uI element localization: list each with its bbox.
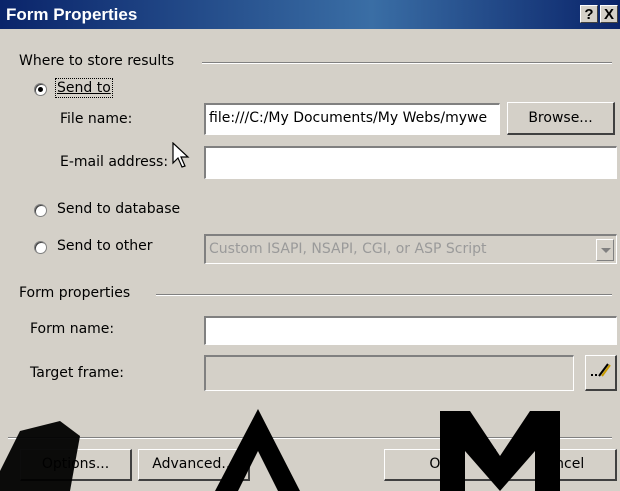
email-address-label: E-mail address: bbox=[60, 154, 169, 170]
send-to-other-combo: Custom ISAPI, NSAPI, CGI, or ASP Script bbox=[204, 234, 617, 264]
file-name-input[interactable]: file:///C:/My Documents/My Webs/mywe bbox=[204, 103, 500, 135]
target-frame-button[interactable] bbox=[585, 355, 617, 391]
send-to-other-radio[interactable] bbox=[34, 241, 47, 254]
store-group-label: Where to store results bbox=[19, 53, 175, 69]
send-to-label[interactable]: Send to bbox=[55, 78, 113, 98]
pencil-icon bbox=[590, 363, 611, 377]
send-to-database-radio[interactable] bbox=[34, 204, 47, 217]
store-group-divider bbox=[202, 62, 612, 64]
arrow-cursor-icon bbox=[172, 142, 190, 168]
title-bar[interactable]: Form Properties ? X bbox=[0, 0, 620, 29]
send-to-other-combo-value: Custom ISAPI, NSAPI, CGI, or ASP Script bbox=[209, 241, 487, 257]
send-to-database-label[interactable]: Send to database bbox=[57, 201, 180, 217]
close-button[interactable]: X bbox=[600, 5, 618, 23]
send-to-radio[interactable] bbox=[34, 83, 47, 96]
send-to-other-label[interactable]: Send to other bbox=[57, 238, 153, 254]
watermark-graphic bbox=[0, 409, 560, 491]
form-group-divider bbox=[156, 294, 612, 296]
target-frame-label: Target frame: bbox=[30, 365, 124, 381]
window-title: Form Properties bbox=[6, 5, 138, 24]
help-button[interactable]: ? bbox=[580, 5, 598, 23]
form-name-input[interactable] bbox=[204, 316, 617, 345]
chevron-down-icon bbox=[596, 239, 614, 261]
form-name-label: Form name: bbox=[30, 321, 115, 337]
form-group-label: Form properties bbox=[19, 285, 131, 301]
form-properties-dialog: Form Properties ? X Where to store resul… bbox=[0, 0, 620, 491]
file-name-label: File name: bbox=[60, 111, 133, 127]
target-frame-input bbox=[204, 355, 574, 391]
email-address-input[interactable] bbox=[204, 146, 617, 179]
browse-button[interactable]: Browse... bbox=[507, 102, 615, 135]
